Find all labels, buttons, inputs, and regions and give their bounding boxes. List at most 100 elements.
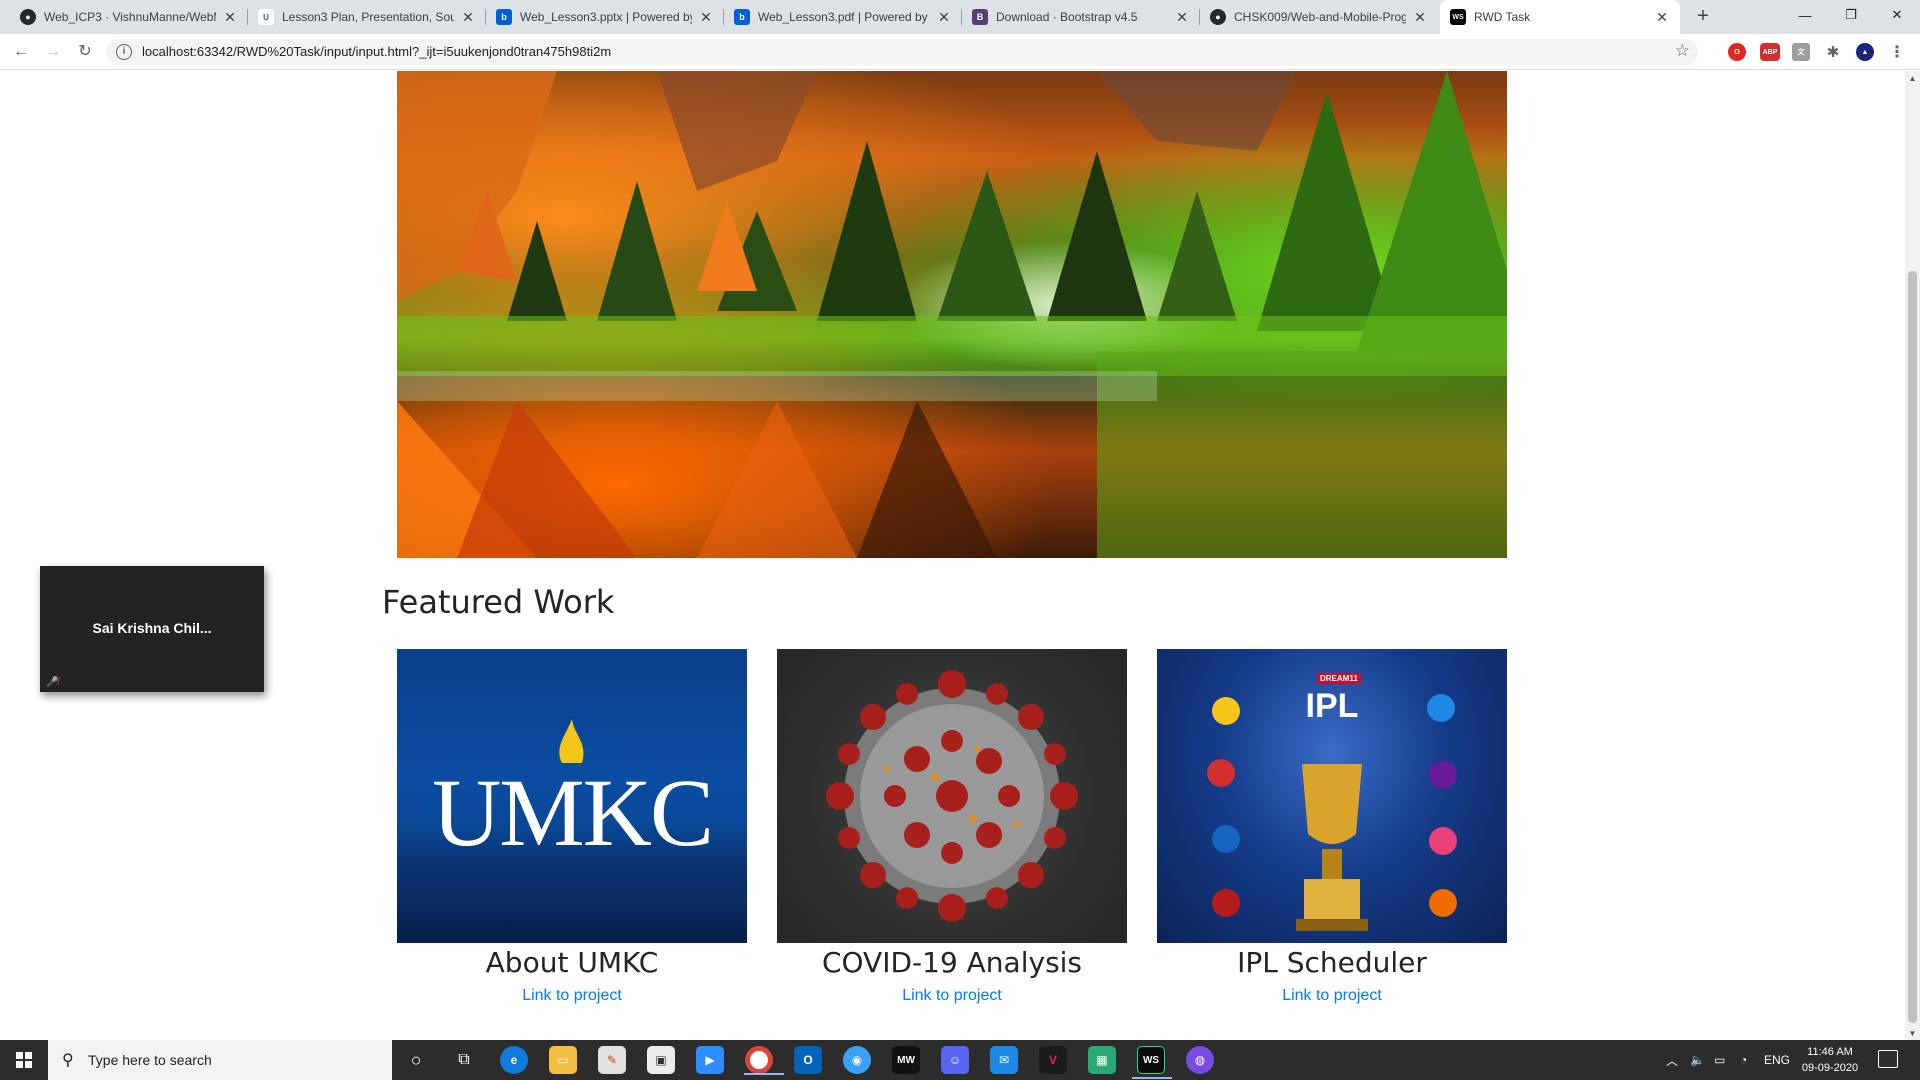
forward-button[interactable]: → [41, 40, 65, 64]
project-card-ipl: DREAM11 IPL IPL Scheduler Link to projec… [1157, 649, 1507, 1004]
close-icon[interactable]: ✕ [460, 9, 476, 26]
umkc-icon: U [258, 9, 274, 25]
team-logo-icon [1212, 889, 1240, 917]
tutor-app-icon[interactable]: ◍ [1186, 1046, 1214, 1074]
vertical-scrollbar[interactable]: ▲ ▼ [1905, 71, 1920, 1041]
messenger-icon[interactable]: ◉ [843, 1046, 871, 1074]
ipl-image: DREAM11 IPL [1157, 649, 1507, 943]
mw-app-icon[interactable]: MW [892, 1046, 920, 1074]
start-button[interactable] [0, 1040, 48, 1080]
tab-web-icp3[interactable]: ● Web_ICP3 · VishnuManne/WebM ✕ [10, 0, 248, 34]
language-indicator[interactable]: ENG [1764, 1040, 1790, 1080]
address-bar[interactable]: i localhost:63342/RWD%20Task/input/input… [106, 39, 1698, 65]
tab-bootstrap-download[interactable]: B Download · Bootstrap v4.5 ✕ [962, 0, 1200, 34]
search-placeholder: Type here to search [88, 1052, 212, 1068]
tab-rwd-task[interactable]: WS RWD Task ✕ [1440, 0, 1680, 34]
opera-extension-icon[interactable]: O [1728, 43, 1746, 61]
new-tab-button[interactable]: + [1692, 6, 1714, 28]
tab-lesson3-plan[interactable]: U Lesson3 Plan, Presentation, Sourc ✕ [248, 0, 486, 34]
muted-mic-icon: 🎤̸ [46, 677, 59, 688]
battery-icon[interactable]: ▭ [1714, 1040, 1725, 1080]
browser-toolbar: ← → ↻ i localhost:63342/RWD%20Task/input… [0, 34, 1920, 70]
cortana-icon[interactable]: ○ [402, 1046, 430, 1074]
file-explorer-icon[interactable]: ▭ [549, 1046, 577, 1074]
scroll-up-arrow-icon[interactable]: ▲ [1908, 74, 1917, 83]
tab-strip: ● Web_ICP3 · VishnuManne/WebM ✕ U Lesson… [0, 0, 1920, 34]
menu-kebab-icon[interactable]: ⋮ [1888, 43, 1906, 61]
github-icon: ● [20, 9, 36, 25]
notification-center-icon[interactable] [1878, 1050, 1898, 1068]
taskbar-search[interactable]: ⚲ Type here to search [48, 1040, 392, 1080]
team-logo-icon [1212, 825, 1240, 853]
edge-icon[interactable]: e [500, 1046, 528, 1074]
coronavirus-image [777, 649, 1127, 943]
close-icon[interactable]: ✕ [222, 9, 238, 26]
profile-icon[interactable]: ▲ [1856, 43, 1874, 61]
close-window-button[interactable]: ✕ [1874, 0, 1920, 30]
meeting-video-tile[interactable]: Sai Krishna Chil... 🎤̸ [40, 566, 264, 692]
store-icon[interactable]: ▣ [647, 1046, 675, 1074]
bookmark-star-icon[interactable]: ☆ [1675, 41, 1690, 61]
project-link[interactable]: Link to project [1157, 987, 1507, 1005]
url-text[interactable]: localhost:63342/RWD%20Task/input/input.h… [142, 44, 611, 59]
featured-work-heading: Featured Work [382, 583, 615, 621]
minimize-button[interactable]: — [1782, 0, 1828, 30]
project-link[interactable]: Link to project [397, 987, 747, 1005]
windows-logo-icon [16, 1052, 32, 1068]
bootstrap-icon: B [972, 9, 988, 25]
project-card-covid: COVID-19 Analysis Link to project [777, 649, 1127, 1004]
outlook-icon[interactable]: O [794, 1046, 822, 1074]
team-logo-icon [1207, 759, 1235, 787]
team-logo-icon [1429, 827, 1457, 855]
scrollbar-thumb[interactable] [1908, 271, 1917, 1023]
tab-chsk009-repo[interactable]: ● CHSK009/Web-and-Mobile-Prog ✕ [1200, 0, 1438, 34]
team-logo-icon [1429, 761, 1457, 789]
tab-web-lesson3-pptx[interactable]: b Web_Lesson3.pptx | Powered by ✕ [486, 0, 724, 34]
wifi-icon[interactable]: ◔ [1740, 1040, 1747, 1080]
forest-illustration [397, 71, 1507, 558]
clock-date: 09-09-2020 [1801, 1062, 1859, 1074]
extension-icon[interactable]: 文 [1792, 43, 1810, 61]
close-icon[interactable]: ✕ [1412, 9, 1428, 26]
project-title: IPL Scheduler [1237, 946, 1427, 979]
system-clock[interactable]: 11:46 AM 09-09-2020 [1790, 1044, 1870, 1076]
virus-illustration [826, 670, 1078, 922]
zoom-icon[interactable]: ▶ [696, 1046, 724, 1074]
participant-name: Sai Krishna Chil... [92, 620, 212, 636]
windows-taskbar: ⚲ Type here to search ○ ⧉ e ▭ ✎ ▣ ▶ O ◉ … [0, 1040, 1920, 1080]
project-link[interactable]: Link to project [777, 987, 1127, 1005]
clock-time: 11:46 AM [1807, 1046, 1853, 1058]
webstorm-icon[interactable]: WS [1132, 1046, 1172, 1079]
scroll-down-arrow-icon[interactable]: ▼ [1908, 1029, 1917, 1038]
dream11-badge: DREAM11 [1317, 673, 1361, 684]
team-logo-icon [1427, 694, 1455, 722]
puzzle-extensions-icon[interactable]: ✱ [1824, 43, 1842, 61]
paint-icon[interactable]: ✎ [598, 1046, 626, 1074]
team-logo-icon [1212, 697, 1240, 725]
team-logo-icon [1429, 889, 1457, 917]
tray-chevron-icon[interactable]: ︿ [1666, 1040, 1678, 1080]
close-icon[interactable]: ✕ [1654, 9, 1670, 26]
webstorm-icon: WS [1450, 9, 1466, 25]
info-icon[interactable]: i [116, 44, 132, 60]
close-icon[interactable]: ✕ [936, 9, 952, 26]
reload-button[interactable]: ↻ [73, 40, 97, 64]
close-icon[interactable]: ✕ [698, 9, 714, 26]
close-icon[interactable]: ✕ [1174, 9, 1190, 26]
trophy-icon [1296, 764, 1368, 931]
hero-landscape-image [397, 71, 1507, 558]
restore-button[interactable]: ❐ [1828, 0, 1874, 30]
discord-icon[interactable]: ☺ [941, 1046, 969, 1074]
adblock-plus-icon[interactable]: ABP [1760, 43, 1780, 61]
mail-icon[interactable]: ✉ [990, 1046, 1018, 1074]
task-view-icon[interactable]: ⧉ [450, 1046, 478, 1074]
back-button[interactable]: ← [9, 40, 33, 64]
app-v-icon[interactable]: V [1039, 1046, 1067, 1074]
volume-icon[interactable]: 🔈 [1690, 1040, 1705, 1080]
page-viewport: Featured Work UMKC About UMKC Link to pr… [0, 71, 1905, 1041]
project-title: About UMKC [485, 946, 659, 979]
tab-web-lesson3-pdf[interactable]: b Web_Lesson3.pdf | Powered by B ✕ [724, 0, 962, 34]
game-app-icon[interactable]: ▦ [1088, 1046, 1116, 1074]
umkc-image: UMKC [397, 649, 747, 943]
chrome-icon[interactable] [744, 1046, 784, 1075]
